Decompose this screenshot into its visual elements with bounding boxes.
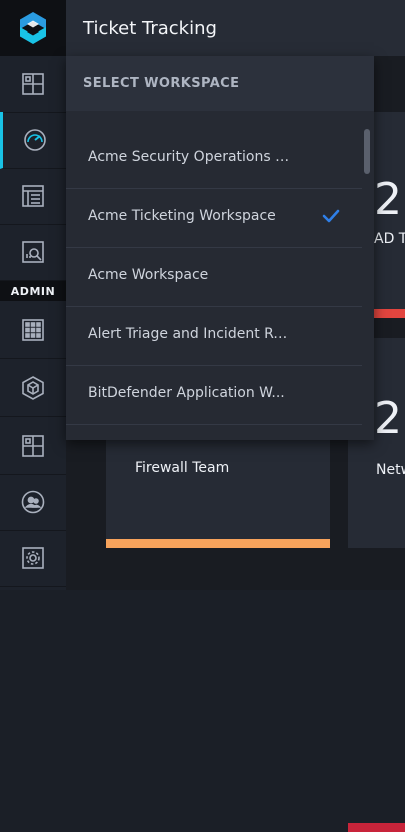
sidebar-item-analytics[interactable]: [0, 112, 66, 169]
dropdown-header: SELECT WORKSPACE: [66, 56, 374, 111]
workspace-option-label: BitDefender Application W...: [88, 385, 285, 401]
page-title: Ticket Tracking: [83, 18, 217, 39]
dropdown-heading: SELECT WORKSPACE: [83, 76, 240, 91]
app-grid-icon: [22, 319, 44, 341]
workspace-option-label: Acme Ticketing Workspace: [88, 208, 276, 224]
app-header: Ticket Tracking: [66, 0, 405, 57]
metric-value: 2: [374, 174, 402, 225]
sidebar-item-admin-workspaces[interactable]: [0, 418, 66, 475]
sidebar-item-reports[interactable]: [0, 168, 66, 225]
sidebar-item-admin-settings[interactable]: [0, 530, 66, 587]
workspace-option-label: Acme Security Operations (...: [88, 149, 293, 165]
logo-icon: [20, 12, 46, 44]
card-status-bar: [348, 823, 405, 832]
team-card-firewall[interactable]: Firewall Team: [106, 440, 330, 548]
card-status-bar: [106, 539, 330, 548]
workspace-option[interactable]: Acme Security Operations (...: [66, 129, 362, 189]
gear-icon: [22, 547, 44, 569]
workspace-option[interactable]: Acme Workspace: [66, 247, 362, 307]
sidebar-item-admin-packages[interactable]: [0, 360, 66, 417]
metric-caption: Netw: [376, 462, 405, 478]
admin-section-label: ADMIN: [0, 281, 66, 301]
workspace-option[interactable]: BitDefender Application W...: [66, 365, 362, 425]
sidebar-item-admin-users[interactable]: [0, 474, 66, 531]
sidebar: ADMIN: [0, 0, 67, 590]
workspace-option[interactable]: Alert Triage and Incident Re...: [66, 306, 362, 366]
card-status-bar: [372, 309, 405, 318]
chart-search-icon: [22, 241, 44, 263]
sidebar-item-dashboards[interactable]: [0, 56, 66, 113]
report-list-icon: [22, 185, 44, 207]
metric-value: 2: [374, 393, 402, 444]
workspace-option-selected[interactable]: Acme Ticketing Workspace: [66, 188, 362, 248]
users-circle-icon: [21, 490, 45, 514]
dashboard-grid-icon: [22, 73, 44, 95]
speedometer-icon: [23, 129, 46, 151]
workspace-option-label: Acme Workspace: [88, 267, 209, 283]
dropdown-scrollbar[interactable]: [364, 129, 370, 174]
workspace-grid-icon: [22, 435, 44, 457]
metric-caption: AD T: [374, 231, 405, 247]
workspace-dropdown: SELECT WORKSPACE Acme Security Operation…: [66, 56, 374, 440]
team-name: Firewall Team: [135, 460, 230, 476]
sidebar-item-investigate[interactable]: [0, 224, 66, 281]
workspace-list[interactable]: Acme Security Operations (... Acme Ticke…: [66, 129, 374, 440]
sidebar-item-admin-apps[interactable]: [0, 302, 66, 359]
workspace-option-label: Alert Triage and Incident Re...: [88, 326, 293, 342]
app-logo[interactable]: [0, 0, 66, 56]
cube-icon: [22, 376, 44, 400]
checkmark-icon: [322, 209, 340, 223]
